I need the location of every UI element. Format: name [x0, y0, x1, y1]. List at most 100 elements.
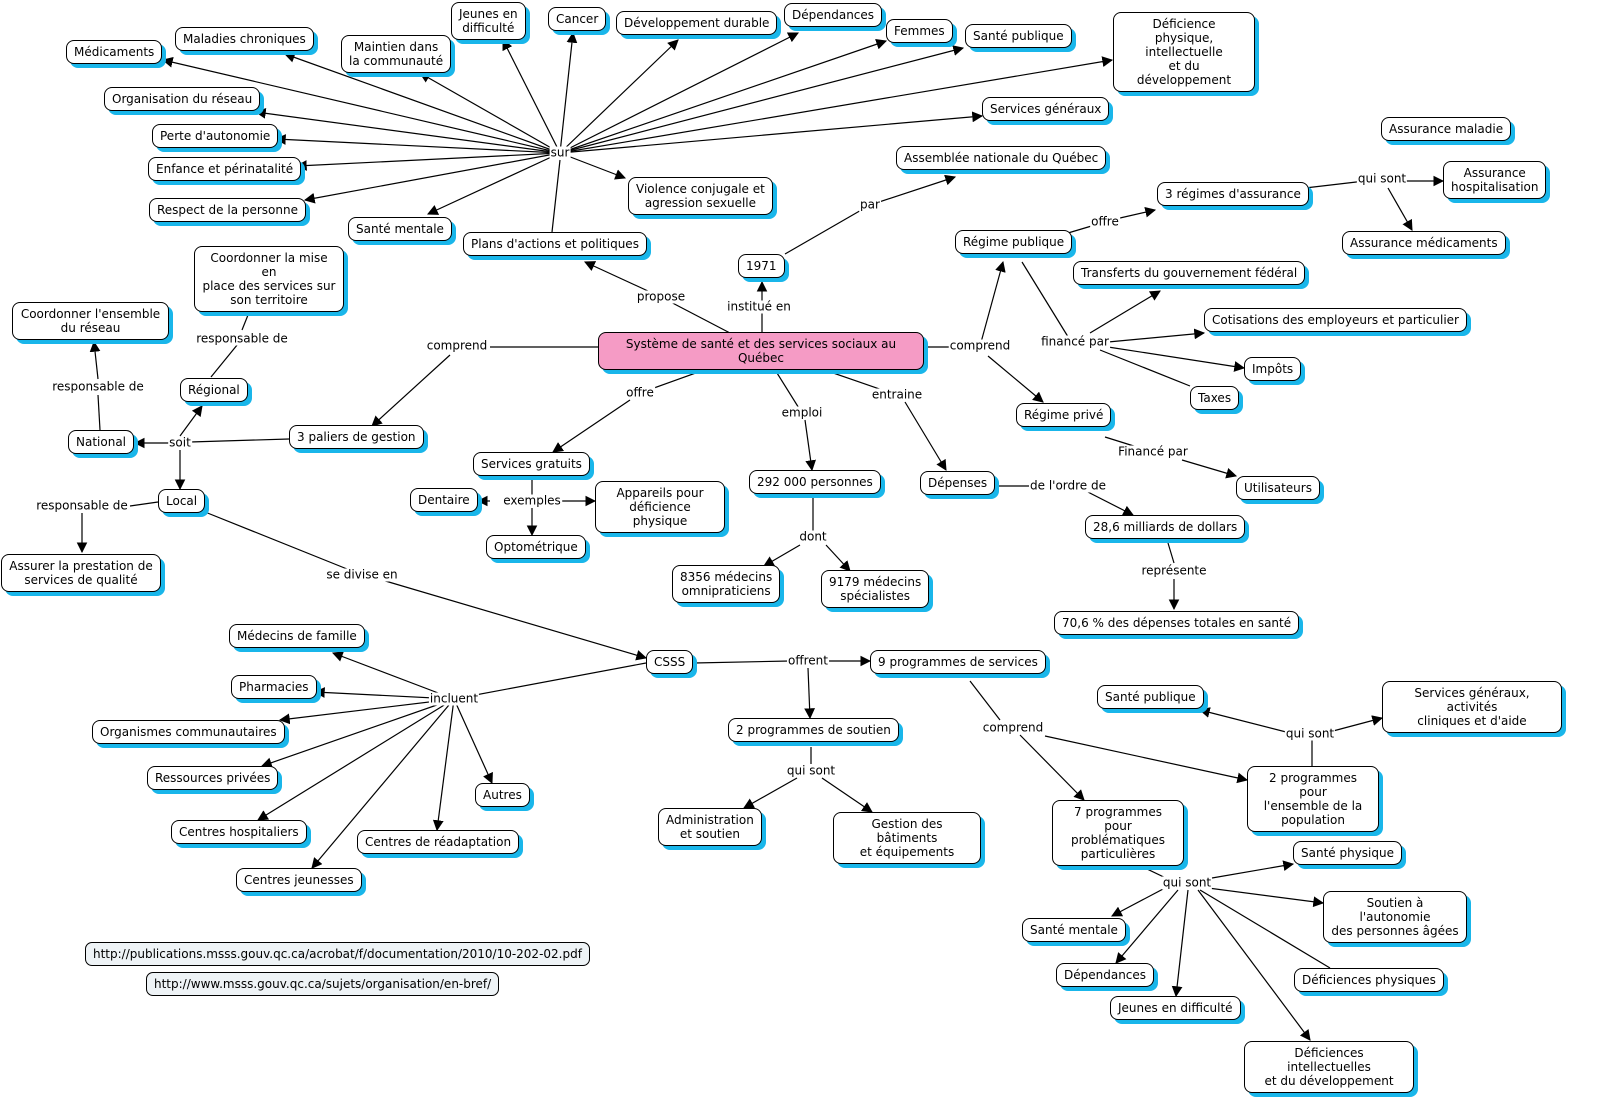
concept-node-sante-physique[interactable]: Santé physique	[1293, 841, 1402, 865]
connector-line	[129, 501, 159, 507]
concept-node-services-gratuits[interactable]: Services gratuits	[473, 452, 590, 476]
concept-node-centres-hospitaliers[interactable]: Centres hospitaliers	[171, 820, 307, 844]
concept-node-dependances[interactable]: Dépendances	[784, 3, 883, 27]
concept-node-optometrique[interactable]: Optométrique	[486, 535, 586, 559]
concept-node-perte-autonomie[interactable]: Perte d'autonomie	[152, 124, 279, 148]
concept-node-enfance-perinatalite[interactable]: Enfance et périnatalité	[148, 157, 302, 181]
concept-node-28-milliards[interactable]: 28,6 milliards de dollars	[1085, 515, 1246, 539]
concept-node-regime-prive[interactable]: Régime privé	[1016, 403, 1112, 427]
concept-node-3-paliers[interactable]: 3 paliers de gestion	[289, 425, 424, 449]
concept-node-omnipraticiens[interactable]: 8356 médecins omnipraticiens	[672, 565, 781, 603]
concept-node-jeunes-difficulte[interactable]: Jeunes en difficulté	[451, 2, 526, 40]
concept-node-specialistes[interactable]: 9179 médecins spécialistes	[821, 570, 930, 608]
connector-line	[969, 680, 1001, 721]
link-label-comprend-right: comprend	[948, 338, 1012, 353]
concept-node-autres[interactable]: Autres	[475, 783, 530, 807]
concept-node-sante-publique-2[interactable]: Santé publique	[1097, 685, 1204, 709]
connector-line	[274, 134, 561, 154]
concept-node-70-pourcent[interactable]: 70,6 % des dépenses totales en santé	[1054, 611, 1300, 635]
resource-link-pdf[interactable]: http://publications.msss.gouv.qc.ca/acro…	[85, 942, 590, 966]
concept-node-1971[interactable]: 1971	[738, 254, 785, 278]
concept-node-deficiences-intellectuelles[interactable]: Déficiences intellectuelles et du dévelo…	[1244, 1041, 1414, 1093]
concept-node-national[interactable]: National	[68, 430, 135, 454]
connector-line	[559, 45, 965, 154]
connector-line	[179, 405, 203, 437]
link-label-responsable-national: responsable de	[51, 379, 145, 394]
connector-line	[559, 39, 888, 154]
concept-node-appareils[interactable]: Appareils pour déficience physique	[595, 481, 725, 533]
link-label-de-l-ordre-de: de l'ordre de	[1029, 478, 1107, 493]
concept-node-cancer[interactable]: Cancer	[548, 7, 607, 31]
concept-node-impots[interactable]: Impôts	[1244, 357, 1302, 381]
concept-node-services-generaux[interactable]: Services généraux	[982, 97, 1110, 121]
concept-node-assurance-hospitalisation[interactable]: Assurance hospitalisation	[1443, 161, 1547, 199]
resource-link-en-bref[interactable]: http://www.msss.gouv.qc.ca/sujets/organi…	[146, 972, 500, 996]
connector-line	[89, 340, 101, 380]
concept-node-femmes[interactable]: Femmes	[886, 19, 953, 43]
concept-node-respect-personne[interactable]: Respect de la personne	[149, 198, 306, 222]
concept-node-sante-mentale-2[interactable]: Santé mentale	[1022, 918, 1126, 942]
concept-node-7-programmes[interactable]: 7 programmes pour problématiques particu…	[1052, 800, 1184, 866]
concept-node-centres-jeunesses[interactable]: Centres jeunesses	[236, 868, 362, 892]
concept-node-sante-publique[interactable]: Santé publique	[965, 24, 1072, 48]
connector-line	[1332, 715, 1384, 732]
connector-line	[804, 419, 817, 472]
connector-line	[1207, 887, 1325, 908]
concept-node-administration[interactable]: Administration et soutien	[658, 808, 762, 846]
concept-node-9-programmes[interactable]: 9 programmes de services	[870, 650, 1046, 674]
link-label-finance-par-prive: Financé par	[1117, 444, 1189, 459]
concept-node-deficience[interactable]: Déficience physique, intellectuelle et d…	[1113, 12, 1255, 92]
concept-node-gestion-batiments[interactable]: Gestion des bâtiments et équipements	[833, 812, 981, 864]
concept-node-depenses[interactable]: Dépenses	[920, 471, 996, 495]
concept-node-transferts-federal[interactable]: Transferts du gouvernement fédéral	[1073, 261, 1306, 285]
link-label-soit: soit	[168, 435, 192, 450]
concept-node-292000-personnes[interactable]: 292 000 personnes	[749, 470, 881, 494]
link-label-finance-par: financé par	[1040, 334, 1110, 349]
connector-line	[763, 544, 801, 567]
concept-node-regional[interactable]: Régional	[180, 378, 248, 402]
connector-line	[257, 698, 455, 821]
concept-node-soutien-autonomie[interactable]: Soutien à l'autonomie des personnes âgée…	[1323, 891, 1467, 943]
concept-node-jeunes-difficulte-2[interactable]: Jeunes en difficulté	[1110, 996, 1241, 1020]
concept-node-sante-mentale[interactable]: Santé mentale	[348, 217, 452, 241]
concept-node-violence[interactable]: Violence conjugale et agression sexuelle	[628, 177, 773, 215]
concept-node-services-generaux-2[interactable]: Services généraux, activités cliniques e…	[1382, 681, 1562, 733]
link-label-responsable-local: responsable de	[35, 498, 129, 513]
connector-line	[419, 72, 561, 154]
concept-node-assurance-maladie[interactable]: Assurance maladie	[1381, 117, 1512, 141]
concept-node-organismes[interactable]: Organismes communautaires	[92, 720, 285, 744]
concept-node-regime-publique[interactable]: Régime publique	[955, 230, 1073, 254]
concept-node-ressources-privees[interactable]: Ressources privées	[147, 766, 279, 790]
link-label-offre-regime: offre	[1090, 214, 1120, 229]
concept-node-2-programmes-population[interactable]: 2 programmes pour l'ensemble de la popul…	[1247, 766, 1379, 832]
concept-node-utilisateurs[interactable]: Utilisateurs	[1236, 476, 1320, 500]
concept-node-medicaments[interactable]: Médicaments	[66, 40, 163, 64]
concept-node-dentaire[interactable]: Dentaire	[410, 488, 478, 512]
concept-node-2-programmes-soutien[interactable]: 2 programmes de soutien	[728, 718, 899, 742]
concept-node-maladies-chroniques[interactable]: Maladies chroniques	[175, 27, 314, 51]
concept-node-dependances-2[interactable]: Dépendances	[1056, 963, 1155, 987]
concept-node-plans-actions[interactable]: Plans d'actions et politiques	[463, 232, 647, 256]
connector-line	[371, 354, 451, 427]
concept-node-centres-readaptation[interactable]: Centres de réadaptation	[357, 830, 520, 854]
concept-node-assurance-medicaments[interactable]: Assurance médicaments	[1342, 231, 1506, 255]
concept-node-taxes[interactable]: Taxes	[1190, 386, 1240, 410]
concept-node-coordonner-mise[interactable]: Coordonner la mise en place des services…	[194, 246, 344, 312]
connector-line	[1119, 206, 1157, 219]
concept-node-csss[interactable]: CSSS	[646, 650, 694, 674]
concept-node-assurer-prestation[interactable]: Assurer la prestation de services de qua…	[1, 554, 161, 592]
concept-node-3-regimes[interactable]: 3 régimes d'assurance	[1157, 182, 1309, 206]
concept-node-coordonner-ensemble[interactable]: Coordonner l'ensemble du réseau	[12, 302, 169, 340]
connector-line	[804, 667, 816, 720]
concept-node-deficiences-physiques[interactable]: Déficiences physiques	[1294, 968, 1444, 992]
concept-node-assemblee-nationale[interactable]: Assemblée nationale du Québec	[896, 146, 1107, 170]
concept-node-organisation-reseau[interactable]: Organisation du réseau	[104, 87, 261, 111]
concept-node-developpement-durable[interactable]: Développement durable	[616, 11, 778, 35]
concept-node-local[interactable]: Local	[158, 489, 206, 513]
concept-node-pharmacies[interactable]: Pharmacies	[231, 675, 317, 699]
concept-node-medecins-famille[interactable]: Médecins de famille	[229, 624, 365, 648]
concept-node-maintien-communaute[interactable]: Maintien dans la communauté	[341, 35, 452, 73]
root-concept-node[interactable]: Système de santé et des services sociaux…	[598, 332, 924, 370]
connector-line	[427, 152, 561, 215]
concept-node-cotisations[interactable]: Cotisations des employeurs et particulie…	[1204, 308, 1467, 332]
